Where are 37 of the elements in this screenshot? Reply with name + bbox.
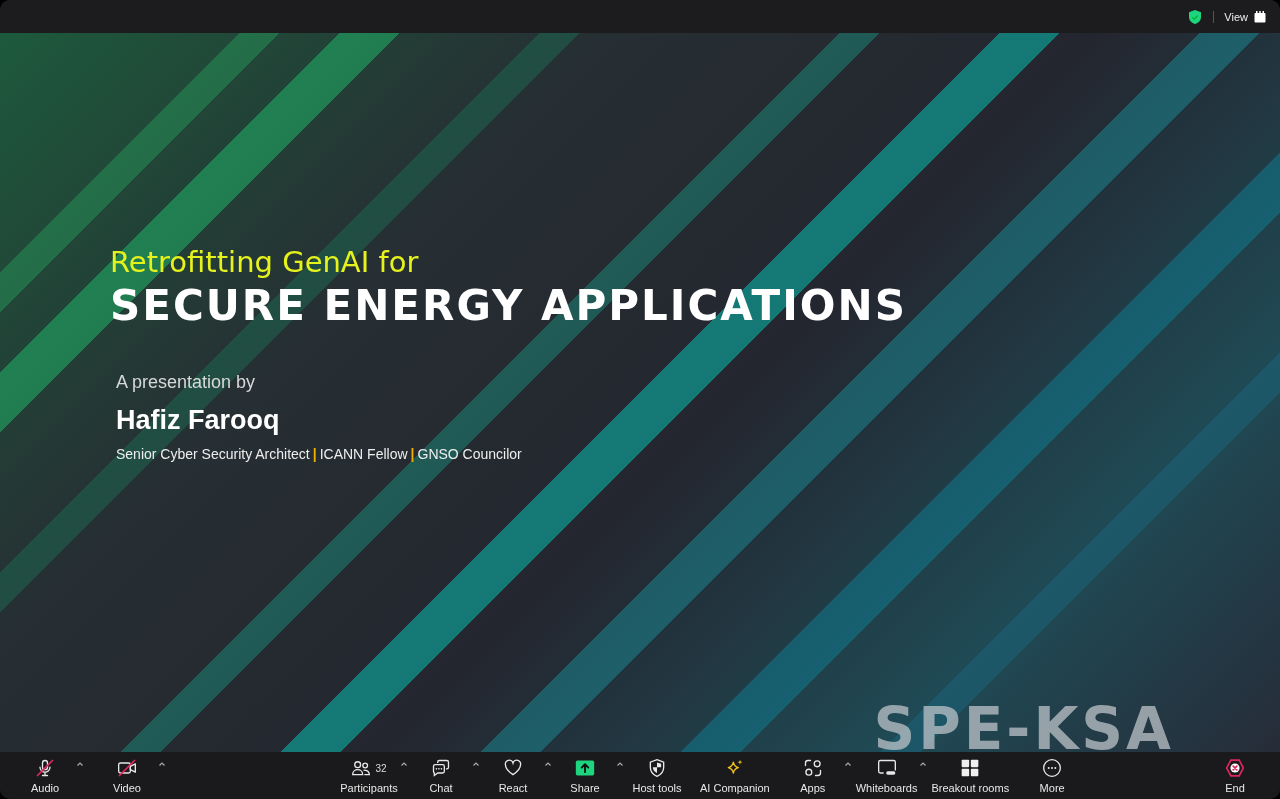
presenter-role: GNSO Councilor xyxy=(417,446,522,462)
share-upload-icon xyxy=(575,758,595,778)
calendar-icon xyxy=(1254,10,1266,23)
presenter-role: Senior Cyber Security Architect xyxy=(116,446,310,462)
host-tools-button[interactable]: Host tools xyxy=(632,757,682,794)
people-icon xyxy=(351,758,372,778)
slide-subtitle: Retrofitting GenAI for xyxy=(110,245,420,279)
separator: | xyxy=(312,446,317,462)
audio-button[interactable]: Audio xyxy=(30,757,60,794)
chat-bubbles-icon xyxy=(431,758,451,778)
react-button[interactable]: React xyxy=(498,757,528,794)
heart-icon xyxy=(503,758,523,778)
presenter-name: Hafiz Farooq xyxy=(116,405,281,436)
video-button[interactable]: Video xyxy=(113,757,141,794)
apps-icon xyxy=(802,758,823,778)
four-squares-icon xyxy=(960,758,981,778)
ai-companion-button[interactable]: AI Companion xyxy=(700,757,770,794)
more-button[interactable]: More xyxy=(1039,757,1065,794)
end-button[interactable]: End xyxy=(1225,757,1245,794)
whiteboard-icon xyxy=(876,758,897,778)
breakout-rooms-button[interactable]: Breakout rooms xyxy=(931,757,1010,794)
logo-text: SPE-KSA xyxy=(873,700,1174,758)
whiteboards-button[interactable]: Whiteboards xyxy=(855,757,918,794)
separator: | xyxy=(410,446,415,462)
slide-title: SECURE ENERGY APPLICATIONS xyxy=(110,281,908,330)
end-x-icon xyxy=(1225,758,1245,778)
share-button[interactable]: Share xyxy=(570,757,600,794)
presenter-role: ICANN Fellow xyxy=(319,446,408,462)
shield-check-icon[interactable] xyxy=(1187,8,1204,25)
participant-count: 32 xyxy=(375,762,387,774)
chat-button[interactable]: Chat xyxy=(429,757,453,794)
participants-button[interactable]: 32 Participants xyxy=(340,757,398,794)
byline-text: A presentation by xyxy=(116,372,257,393)
view-button[interactable]: View xyxy=(1224,8,1266,25)
shield-icon xyxy=(647,758,667,778)
apps-button[interactable]: Apps xyxy=(800,757,826,794)
more-dots-icon xyxy=(1042,758,1063,778)
